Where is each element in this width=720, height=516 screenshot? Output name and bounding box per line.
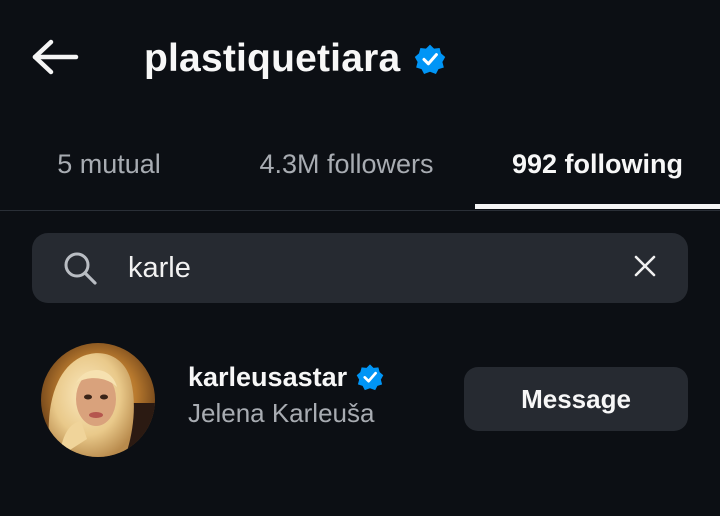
- profile-username-title: plastiquetiara: [144, 37, 401, 80]
- user-info: karleusastar Jelena Karleuša: [188, 358, 384, 429]
- search-bar: [32, 233, 688, 303]
- arrow-left-icon: [30, 39, 80, 80]
- verified-badge-icon: [356, 363, 384, 391]
- search-icon: [62, 250, 98, 286]
- tab-followers[interactable]: 4.3M followers: [218, 118, 475, 210]
- result-username[interactable]: karleusastar: [188, 362, 347, 393]
- clear-search-button[interactable]: [630, 253, 660, 283]
- message-button[interactable]: Message: [464, 367, 688, 431]
- back-button[interactable]: [26, 36, 84, 82]
- active-tab-indicator: [475, 204, 720, 209]
- list-item[interactable]: karleusastar Jelena Karleuša Message: [0, 336, 720, 464]
- profile-title-row: plastiquetiara: [144, 34, 446, 84]
- username-row: karleusastar: [188, 358, 384, 396]
- avatar[interactable]: [41, 343, 155, 457]
- result-full-name: Jelena Karleuša: [188, 398, 375, 428]
- tab-mutual[interactable]: 5 mutual: [0, 118, 218, 210]
- close-icon: [634, 255, 656, 282]
- top-bar: plastiquetiara: [0, 0, 720, 118]
- follow-tabs: 5 mutual 4.3M followers 992 following: [0, 118, 720, 211]
- tab-following[interactable]: 992 following: [475, 118, 720, 210]
- verified-badge-icon: [414, 43, 446, 75]
- search-input[interactable]: [128, 245, 608, 291]
